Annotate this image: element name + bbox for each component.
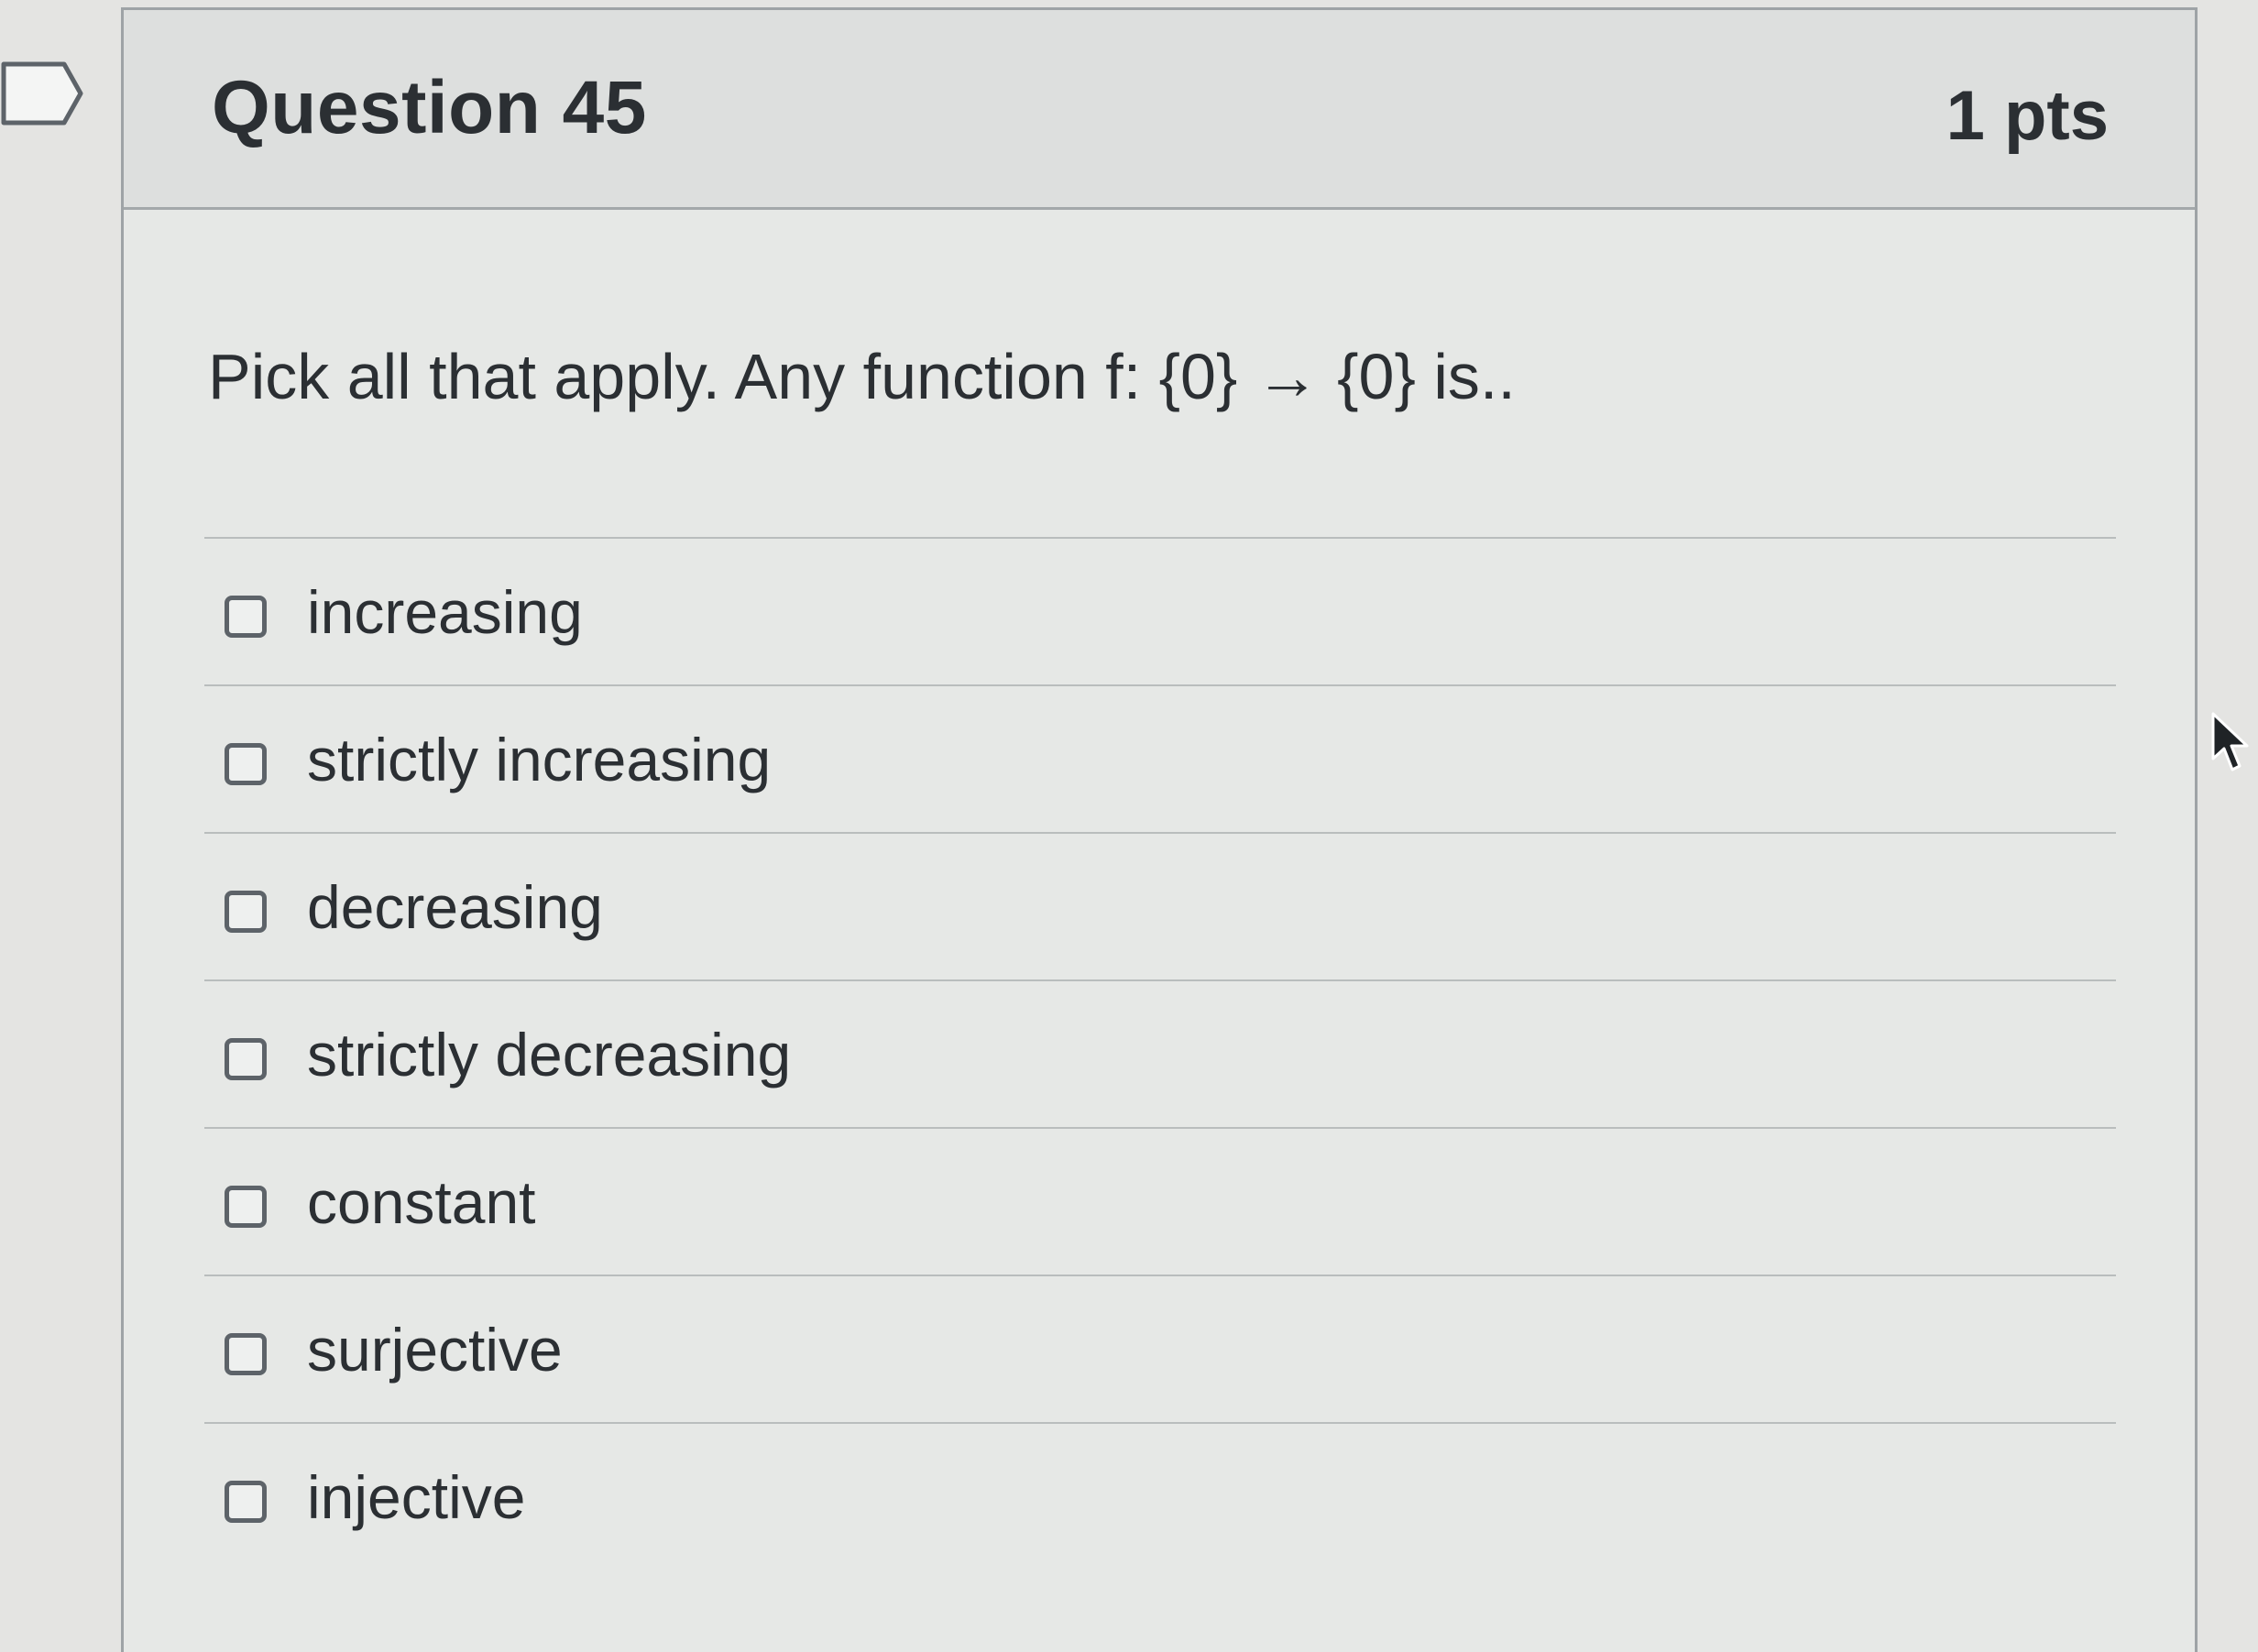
answer-label[interactable]: strictly decreasing xyxy=(307,1020,791,1089)
answer-list: increasing strictly increasing decreasin… xyxy=(204,537,2116,1570)
answer-label[interactable]: constant xyxy=(307,1167,536,1237)
answer-checkbox[interactable] xyxy=(225,1038,267,1080)
answer-label[interactable]: surjective xyxy=(307,1315,563,1384)
answer-label[interactable]: strictly increasing xyxy=(307,725,771,794)
answer-option[interactable]: strictly decreasing xyxy=(204,979,2116,1127)
answer-checkbox[interactable] xyxy=(225,1333,267,1375)
answer-checkbox[interactable] xyxy=(225,743,267,785)
answer-label[interactable]: decreasing xyxy=(307,872,603,942)
answer-label[interactable]: increasing xyxy=(307,577,583,647)
question-card: Question 45 1 pts Pick all that apply. A… xyxy=(121,7,2198,1652)
answer-option[interactable]: increasing xyxy=(204,537,2116,684)
answer-option[interactable]: decreasing xyxy=(204,832,2116,979)
mouse-pointer-icon xyxy=(2211,712,2249,771)
question-points: 1 pts xyxy=(1946,77,2109,155)
answer-option[interactable]: injective xyxy=(204,1422,2116,1570)
answer-option[interactable]: strictly increasing xyxy=(204,684,2116,832)
question-text: Pick all that apply. Any function f: {0}… xyxy=(208,341,1516,412)
quiz-page: Question 45 1 pts Pick all that apply. A… xyxy=(0,0,2258,1652)
answer-checkbox[interactable] xyxy=(225,891,267,933)
question-title: Question 45 xyxy=(212,66,647,149)
answer-checkbox[interactable] xyxy=(225,1186,267,1228)
answer-option[interactable]: surjective xyxy=(204,1275,2116,1422)
answer-option[interactable]: constant xyxy=(204,1127,2116,1275)
flag-question-icon[interactable] xyxy=(0,60,84,126)
answer-checkbox[interactable] xyxy=(225,1481,267,1523)
question-header: Question 45 1 pts xyxy=(124,10,2195,210)
answer-checkbox[interactable] xyxy=(225,596,267,638)
answer-label[interactable]: injective xyxy=(307,1462,525,1532)
